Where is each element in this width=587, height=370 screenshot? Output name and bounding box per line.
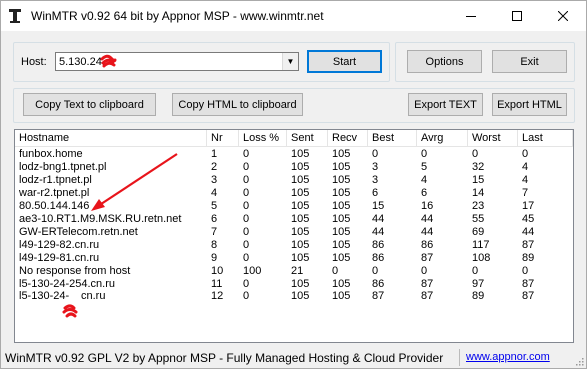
resize-grip-icon[interactable] <box>574 356 584 366</box>
status-separator <box>459 349 460 366</box>
status-bar: WinMTR v0.92 GPL V2 by Appnor MSP - Full… <box>1 346 586 368</box>
redaction-mark-row <box>62 304 78 318</box>
redaction-mark-host <box>100 54 117 68</box>
appnor-link[interactable]: www.appnor.com <box>466 351 550 363</box>
annotation-arrow <box>91 153 178 211</box>
status-text: WinMTR v0.92 GPL V2 by Appnor MSP - Full… <box>5 351 444 365</box>
winmtr-window: WinMTR v0.92 64 bit by Appnor MSP - www.… <box>0 0 587 369</box>
